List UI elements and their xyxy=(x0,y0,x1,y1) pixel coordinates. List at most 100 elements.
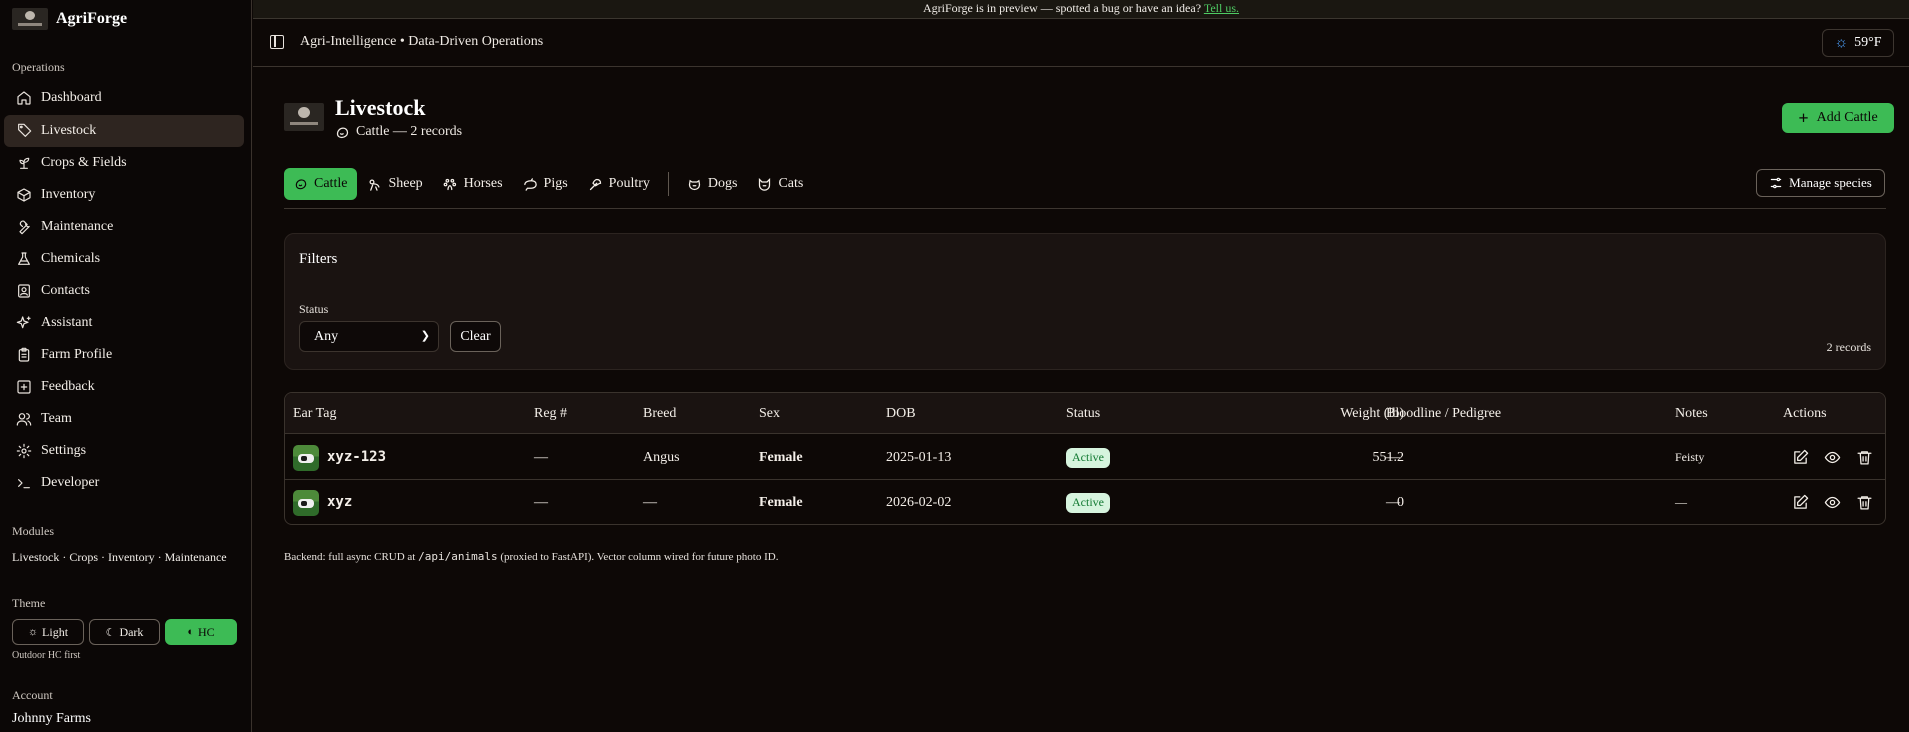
backend-footnote: Backend: full async CRUD at /api/animals… xyxy=(284,550,778,563)
operations-label: Operations xyxy=(12,60,65,74)
theme-light-label: Light xyxy=(42,624,69,639)
tab-horses[interactable]: Horses xyxy=(433,168,513,200)
sidebar-item-contacts[interactable]: Contacts xyxy=(4,275,244,307)
sidebar-item-crops-fields[interactable]: Crops & Fields xyxy=(4,147,244,179)
sidebar-item-inventory[interactable]: Inventory xyxy=(4,179,244,211)
edit-button[interactable] xyxy=(1792,449,1809,466)
sidebar-item-label: Team xyxy=(41,411,72,426)
sparkles-icon xyxy=(16,316,31,329)
sidebar-item-team[interactable]: Team xyxy=(4,403,244,435)
trash-icon xyxy=(1857,451,1872,465)
notes: Feisty xyxy=(1675,450,1705,464)
column-header[interactable]: Reg # xyxy=(534,393,567,434)
tab-cats[interactable]: Cats xyxy=(747,168,813,200)
status-badge: Active xyxy=(1066,492,1110,513)
tab-pigs[interactable]: Pigs xyxy=(513,168,578,200)
moon-icon: ☾ xyxy=(105,626,116,639)
breed: Angus xyxy=(643,450,680,465)
sidebar-item-farm-profile[interactable]: Farm Profile xyxy=(4,339,244,371)
animal-photo xyxy=(293,445,319,471)
sidebar-item-label: Developer xyxy=(41,475,100,490)
status-badge: Active xyxy=(1066,447,1110,468)
edit-button[interactable] xyxy=(1792,494,1809,511)
banner-feedback-link[interactable]: Tell us. xyxy=(1204,1,1239,15)
sidebar-item-label: Feedback xyxy=(41,379,95,394)
sidebar-item-maintenance[interactable]: Maintenance xyxy=(4,211,244,243)
account-name[interactable]: Johnny Farms xyxy=(12,711,91,727)
record-summary: Cattle — 2 records xyxy=(356,124,463,139)
tabs-divider xyxy=(284,208,1886,209)
clear-filters-button[interactable]: Clear xyxy=(450,321,501,352)
filters-panel: Filters Status Any ❯ Clear 2 records xyxy=(284,233,1886,370)
page-title: Livestock xyxy=(335,95,426,120)
view-button[interactable] xyxy=(1824,494,1841,511)
sidebar-item-label: Contacts xyxy=(41,283,90,298)
delete-button[interactable] xyxy=(1856,449,1873,466)
footnote-pre: Backend: full async CRUD at xyxy=(284,551,416,563)
add-cattle-label: Add Cattle xyxy=(1816,110,1878,125)
users-icon xyxy=(16,413,32,426)
sidebar-toggle-icon[interactable] xyxy=(270,35,284,49)
add-cattle-button[interactable]: + Add Cattle xyxy=(1782,103,1894,133)
theme-switcher: ☼ Light ☾ Dark ◐ HC xyxy=(12,619,237,645)
table-row[interactable]: xyz — — Female 2026-02-02 Active 0 — — xyxy=(285,480,1885,524)
eye-icon xyxy=(1824,451,1841,464)
edit-icon xyxy=(1794,449,1809,464)
tab-poultry[interactable]: Poultry xyxy=(578,168,660,200)
contact-icon xyxy=(18,284,30,298)
banner-text: AgriForge is in preview — spotted a bug … xyxy=(923,1,1202,15)
tab-cattle[interactable]: Cattle xyxy=(284,168,358,200)
reg-number: — xyxy=(534,495,548,510)
clipboard-icon xyxy=(18,347,30,362)
app-logo[interactable]: AgriForge xyxy=(12,8,127,30)
sidebar-item-dashboard[interactable]: Dashboard xyxy=(4,82,244,114)
sidebar-item-label: Livestock xyxy=(41,123,97,138)
delete-button[interactable] xyxy=(1856,494,1873,511)
page-subtitle: Cattle — 2 records xyxy=(335,124,462,140)
manage-species-button[interactable]: Manage species xyxy=(1756,169,1885,197)
contrast-icon: ◐ xyxy=(187,626,194,638)
livestock-table: Ear Tag Reg # Breed Sex DOB Status Weigh… xyxy=(284,392,1886,525)
page-logo xyxy=(284,103,324,131)
bloodline: — xyxy=(1386,495,1400,510)
home-icon xyxy=(17,91,31,105)
sprout-icon xyxy=(19,157,30,169)
column-header[interactable]: Breed xyxy=(643,393,676,434)
column-header[interactable]: Bloodline / Pedigree xyxy=(1386,393,1501,434)
theme-hc-button[interactable]: ◐ HC xyxy=(165,619,237,645)
records-count: 2 records xyxy=(1826,340,1871,354)
tab-dogs[interactable]: Dogs xyxy=(677,168,748,200)
sex: Female xyxy=(759,495,803,510)
sidebar-item-chemicals[interactable]: Chemicals xyxy=(4,243,244,275)
column-header[interactable]: Sex xyxy=(759,393,780,434)
tab-label: Poultry xyxy=(608,176,650,191)
theme-light-button[interactable]: ☼ Light xyxy=(12,619,84,645)
ear-tag[interactable]: xyz xyxy=(327,480,352,524)
pig-icon xyxy=(523,177,537,191)
table-row[interactable]: xyz-123 — Angus Female 2025-01-13 Active… xyxy=(285,435,1885,480)
weather-temperature: 59°F xyxy=(1854,35,1882,50)
theme-dark-button[interactable]: ☾ Dark xyxy=(89,619,160,645)
status-filter-select[interactable]: Any ❯ xyxy=(299,321,439,352)
view-button[interactable] xyxy=(1824,449,1841,466)
modules-label: Modules xyxy=(12,524,54,538)
column-header[interactable]: Ear Tag xyxy=(293,393,336,434)
sidebar-item-developer[interactable]: Developer xyxy=(4,467,244,499)
column-header[interactable]: Notes xyxy=(1675,393,1708,434)
sidebar-item-label: Assistant xyxy=(41,315,93,330)
ear-tag[interactable]: xyz-123 xyxy=(327,435,386,480)
sidebar-item-settings[interactable]: Settings xyxy=(4,435,244,467)
trash-icon xyxy=(1857,496,1872,510)
table-header: Ear Tag Reg # Breed Sex DOB Status Weigh… xyxy=(285,393,1885,434)
column-header[interactable]: DOB xyxy=(886,393,916,434)
tab-sheep[interactable]: Sheep xyxy=(357,168,432,200)
weather-widget[interactable]: ☼ 59°F xyxy=(1822,29,1894,57)
column-header[interactable]: Status xyxy=(1066,393,1100,434)
sidebar-item-assistant[interactable]: Assistant xyxy=(4,307,244,339)
sliders-icon xyxy=(1770,177,1782,189)
sidebar-item-livestock[interactable]: Livestock xyxy=(4,115,244,147)
tab-label: Horses xyxy=(463,176,503,191)
sidebar-item-feedback[interactable]: Feedback xyxy=(4,371,244,403)
animal-photo xyxy=(293,490,319,516)
column-header: Actions xyxy=(1783,406,1827,421)
